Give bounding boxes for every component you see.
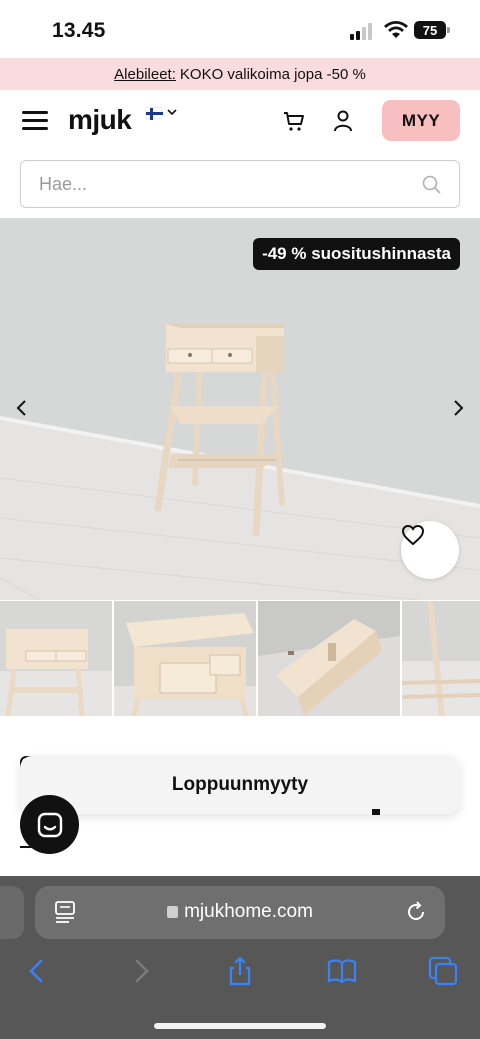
wifi-icon: [384, 21, 408, 38]
partially-hidden-text: [372, 809, 380, 815]
tabs-icon[interactable]: [428, 956, 458, 986]
lock-icon: [167, 906, 179, 918]
promo-banner[interactable]: Alebileet: KOKO valikoima jopa -50 %: [0, 58, 480, 90]
forward-icon[interactable]: [126, 956, 156, 986]
promo-link[interactable]: Alebileet:: [114, 66, 176, 83]
thumbnail-strip: [0, 601, 480, 716]
partially-hidden-link: [20, 846, 32, 848]
battery-icon: 75: [414, 21, 450, 39]
url-display: mjukhome.com: [35, 901, 445, 923]
image-next-button[interactable]: [448, 396, 468, 420]
cellular-signal-icon: [350, 22, 376, 40]
hamburger-icon[interactable]: [22, 110, 48, 132]
browser-toolbar: mjukhome.com: [0, 876, 480, 1039]
sell-button[interactable]: MYY: [382, 100, 460, 141]
status-time: 13.45: [52, 19, 106, 42]
sold-out-button[interactable]: Loppuunmyyty: [20, 756, 460, 814]
back-icon[interactable]: [22, 956, 52, 986]
battery-level: 75: [422, 22, 438, 38]
chat-icon: [37, 812, 62, 837]
bookmarks-icon[interactable]: [327, 956, 357, 986]
thumbnail-1[interactable]: [0, 601, 112, 716]
product-info: Loppuunmyyty: [0, 716, 480, 876]
favorite-button[interactable]: [401, 521, 459, 579]
search-box: [20, 160, 460, 208]
reload-icon[interactable]: [405, 901, 427, 923]
thumbnail-4[interactable]: [402, 601, 480, 716]
url-text: mjukhome.com: [184, 901, 313, 922]
status-bar: 13.45 75: [0, 0, 480, 58]
promo-text: KOKO valikoima jopa -50 %: [179, 65, 366, 83]
chevron-right-icon: [454, 400, 464, 416]
chevron-left-icon: [16, 400, 26, 416]
search-input[interactable]: [39, 161, 399, 207]
discount-badge: -49 % suositushinnasta: [253, 238, 460, 270]
share-icon[interactable]: [225, 956, 255, 986]
search-icon[interactable]: [422, 175, 441, 194]
address-bar[interactable]: mjukhome.com: [35, 886, 445, 939]
product-image-main[interactable]: -49 % suositushinnasta: [0, 218, 480, 600]
flag-fi-icon[interactable]: [145, 107, 163, 120]
chevron-down-icon[interactable]: [166, 106, 178, 118]
user-icon[interactable]: [332, 109, 354, 133]
thumbnail-3[interactable]: [258, 601, 400, 716]
thumbnail-2[interactable]: [114, 601, 256, 716]
site-header: mjuk MYY: [0, 90, 480, 152]
previous-tab-peek[interactable]: [0, 886, 24, 939]
home-indicator[interactable]: [154, 1023, 326, 1029]
logo[interactable]: mjuk: [68, 104, 132, 136]
cart-icon[interactable]: [282, 109, 306, 133]
image-prev-button[interactable]: [12, 396, 32, 420]
heart-icon: [401, 524, 425, 546]
